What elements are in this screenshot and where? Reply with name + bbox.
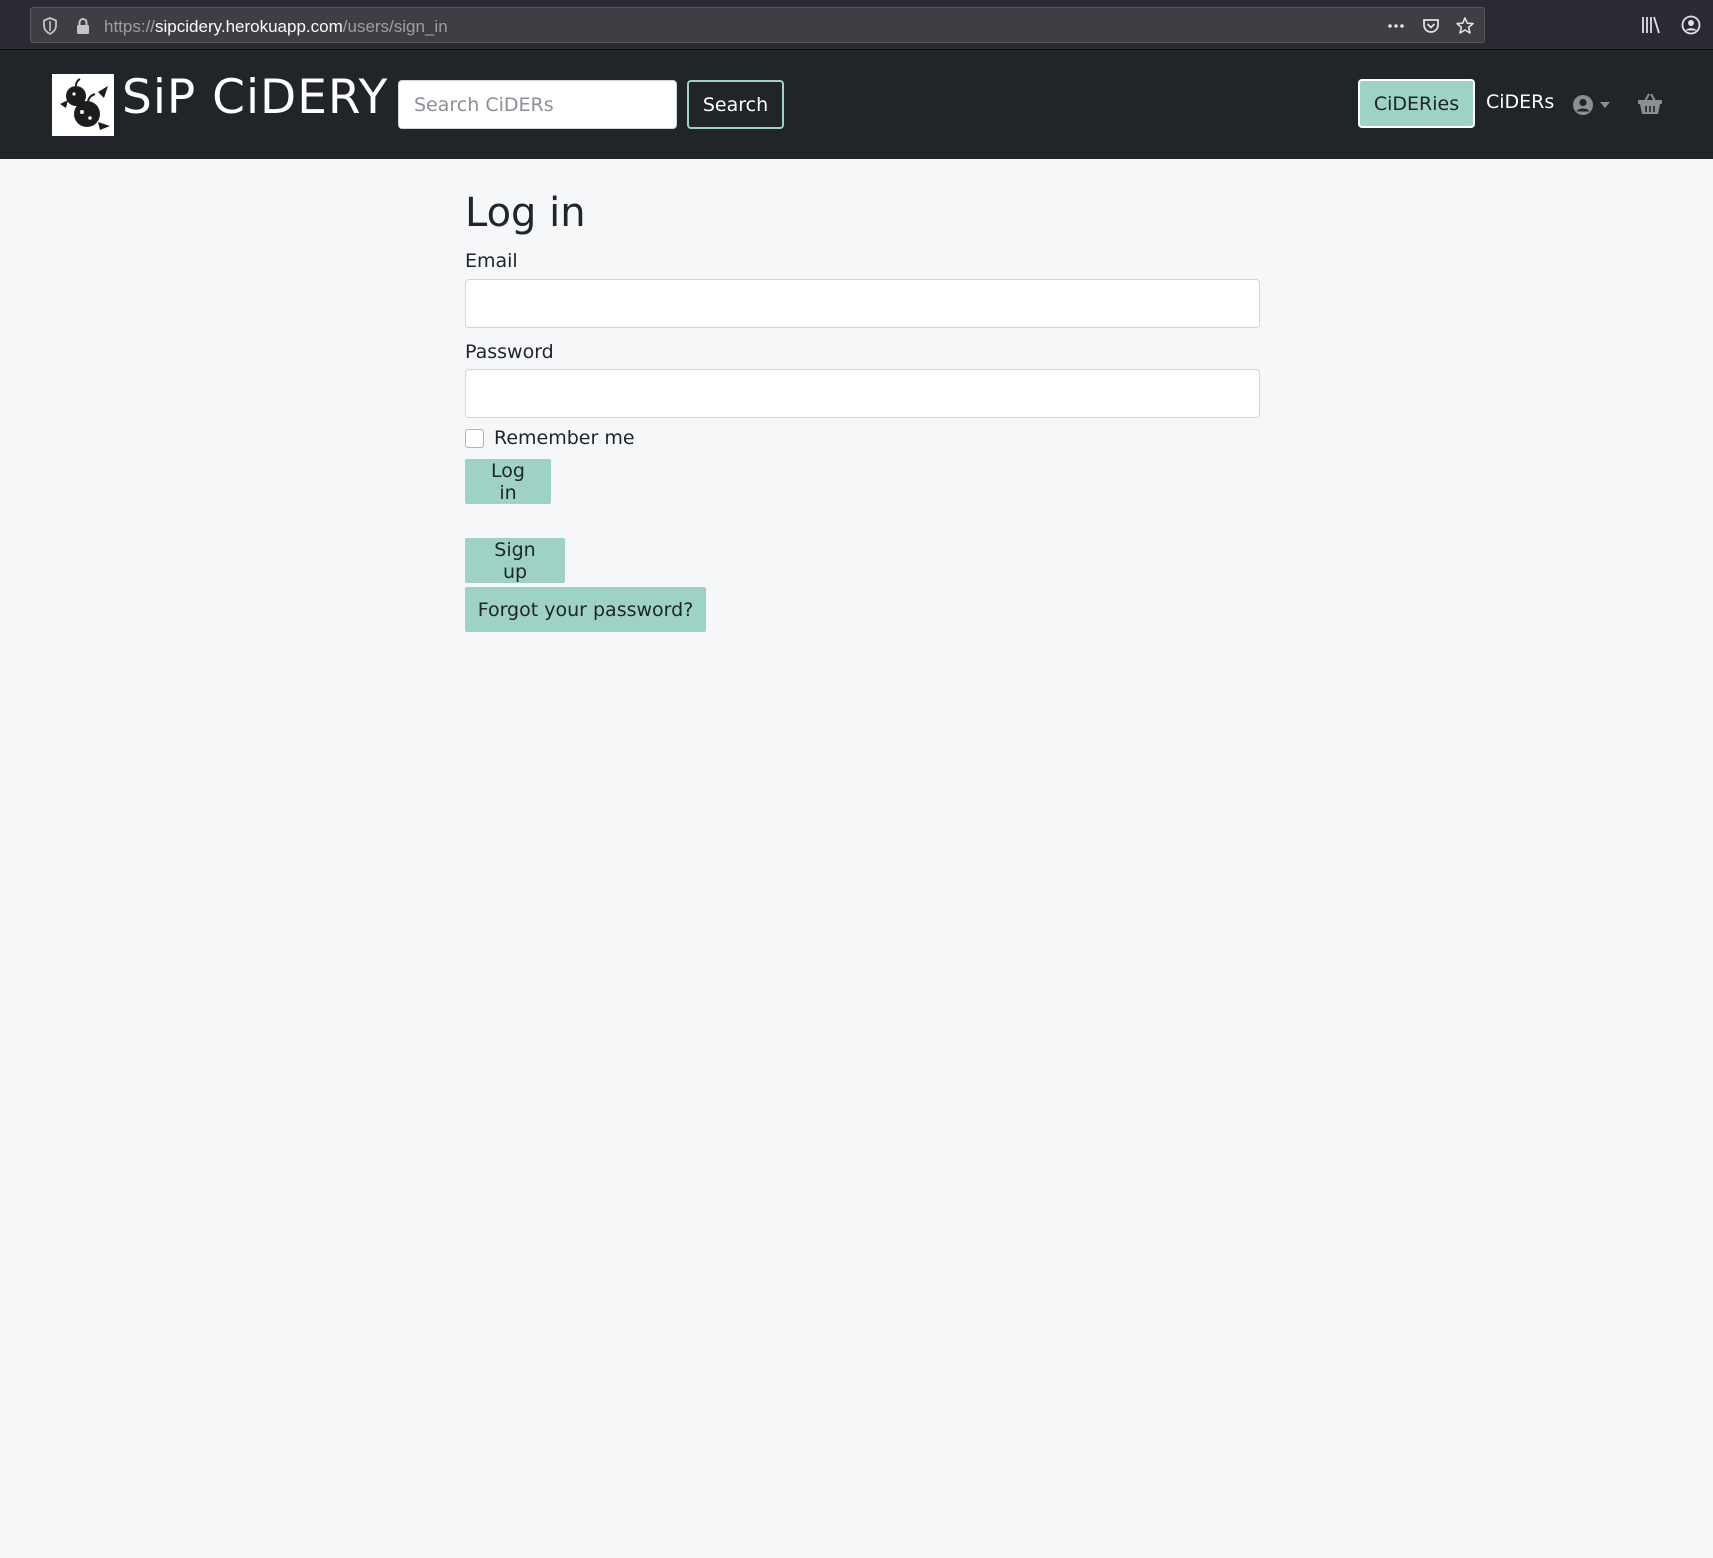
password-label: Password bbox=[465, 340, 554, 363]
site-navbar: SiP CiDERY Search CiDERies CiDERs bbox=[0, 50, 1713, 159]
forgot-password-button[interactable]: Forgot your password? bbox=[465, 587, 706, 633]
basket-icon bbox=[1638, 93, 1662, 114]
cart-link[interactable] bbox=[1637, 92, 1663, 116]
search-button[interactable]: Search bbox=[687, 80, 784, 129]
address-bar[interactable]: https://sipcidery.herokuapp.com/users/si… bbox=[30, 7, 1485, 43]
sign-up-button[interactable]: Sign up bbox=[465, 538, 565, 584]
user-circle-icon bbox=[1573, 95, 1593, 115]
nav-link-cideries[interactable]: CiDERies bbox=[1358, 79, 1475, 128]
account-icon[interactable] bbox=[1680, 14, 1702, 36]
caret-down-icon bbox=[1600, 102, 1610, 108]
apples-logo-icon bbox=[60, 78, 110, 130]
password-field[interactable] bbox=[465, 369, 1260, 419]
pocket-icon[interactable] bbox=[1421, 16, 1441, 36]
lock-icon[interactable] bbox=[73, 16, 93, 36]
login-button[interactable]: Log in bbox=[465, 459, 551, 505]
library-icon[interactable] bbox=[1640, 14, 1662, 36]
search-input[interactable] bbox=[398, 80, 677, 129]
bookmark-star-icon[interactable] bbox=[1455, 16, 1475, 36]
email-field[interactable] bbox=[465, 278, 1260, 328]
login-page: Log in Email Password Remember me Log in… bbox=[465, 159, 1260, 633]
shield-icon[interactable] bbox=[40, 16, 60, 36]
nav-link-ciders[interactable]: CiDERs bbox=[1486, 91, 1554, 113]
url-text[interactable]: https://sipcidery.herokuapp.com/users/si… bbox=[104, 17, 448, 37]
remember-me-label[interactable]: Remember me bbox=[494, 427, 635, 449]
remember-me-checkbox[interactable] bbox=[465, 428, 484, 448]
page-title: Log in bbox=[465, 190, 586, 236]
url-path: /users/sign_in bbox=[342, 17, 448, 36]
browser-toolbar: https://sipcidery.herokuapp.com/users/si… bbox=[0, 0, 1713, 50]
url-scheme: https:// bbox=[104, 17, 156, 36]
remember-me-row: Remember me bbox=[465, 424, 1260, 452]
url-host: sipcidery.herokuapp.com bbox=[155, 17, 343, 36]
more-actions-icon[interactable] bbox=[1386, 16, 1406, 36]
email-label: Email bbox=[465, 250, 518, 272]
brand-logo[interactable] bbox=[52, 74, 114, 136]
brand-name[interactable]: SiP CiDERY bbox=[122, 70, 388, 126]
user-menu-dropdown[interactable] bbox=[1572, 93, 1618, 117]
